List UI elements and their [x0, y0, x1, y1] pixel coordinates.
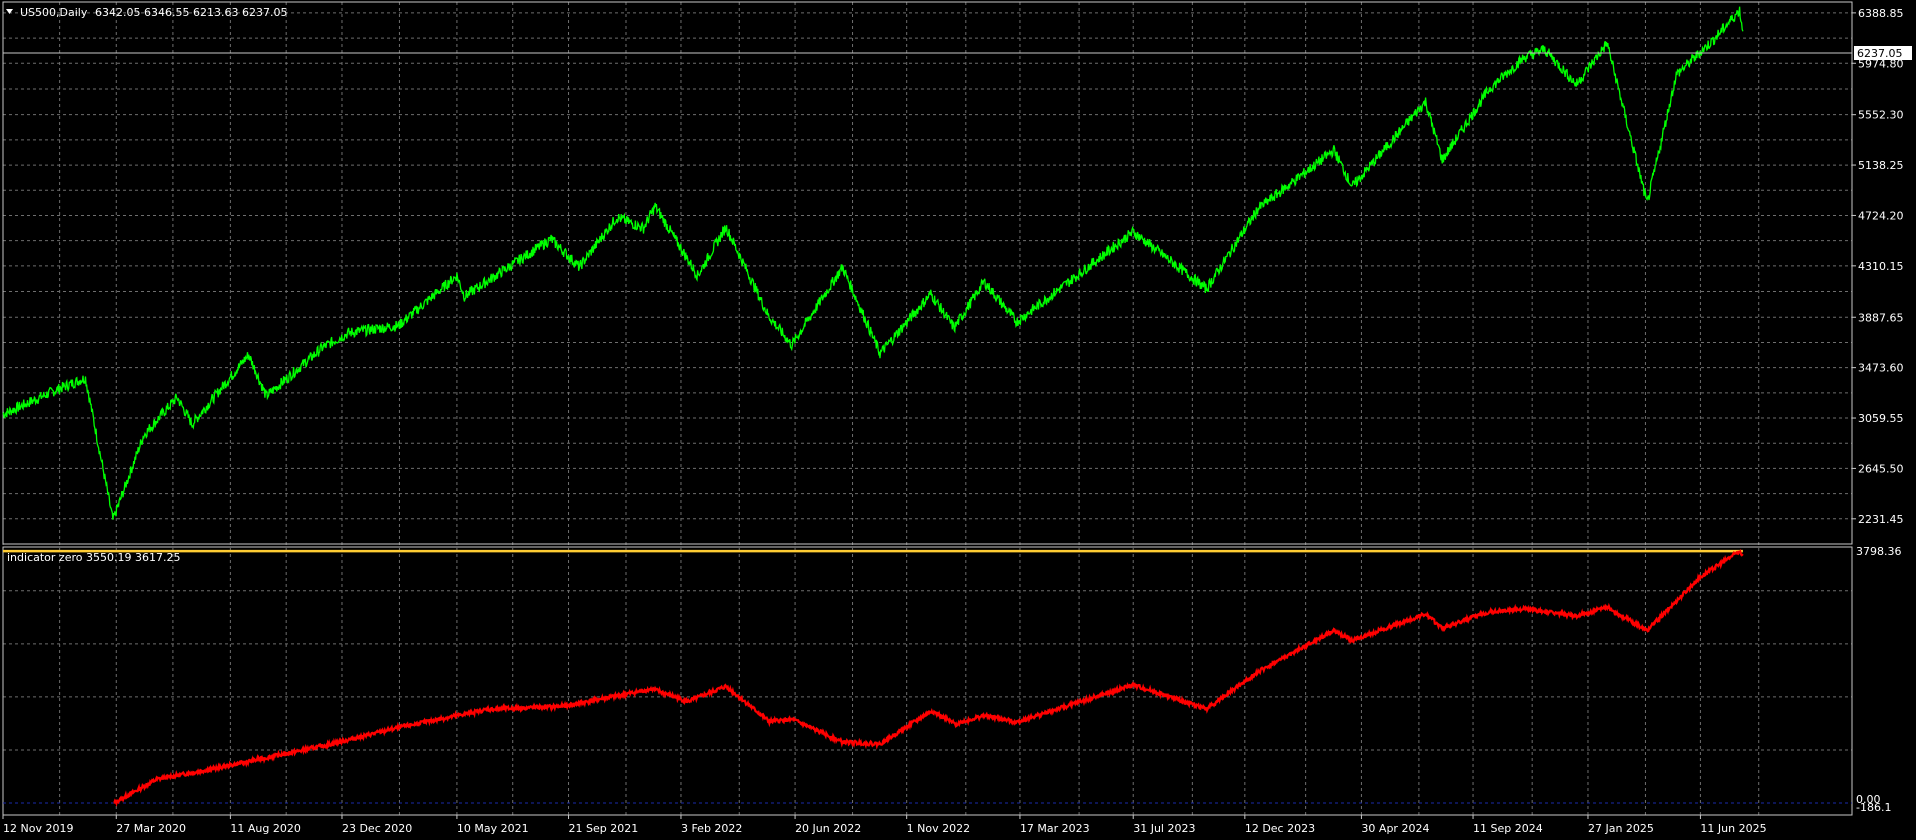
price-tick-label: 2231.45 [1858, 513, 1904, 526]
price-tick-label: 5552.30 [1858, 109, 1904, 122]
indicator-tick-label: -186.1 [1856, 801, 1891, 814]
ohlc-label: 6342.05 6346.55 6213.63 6237.05 [95, 6, 287, 19]
price-tick-label: 2645.50 [1858, 462, 1904, 475]
time-tick-label: 10 May 2021 [457, 822, 529, 835]
time-tick-label: 11 Jun 2025 [1700, 822, 1766, 835]
time-tick-label: 11 Sep 2024 [1473, 822, 1543, 835]
chart-window[interactable]: 6388.855974.805552.305138.254724.204310.… [0, 0, 1916, 840]
price-tick-label: 3473.60 [1858, 362, 1904, 375]
price-tick-label: 5138.25 [1858, 159, 1904, 172]
price-tick-label: 3059.55 [1858, 412, 1904, 425]
time-tick-label: 12 Dec 2023 [1245, 822, 1315, 835]
price-tick-label: 4310.15 [1858, 260, 1904, 273]
price-tick-label: 3887.65 [1858, 311, 1904, 324]
time-tick-label: 11 Aug 2020 [230, 822, 300, 835]
time-tick-label: 21 Sep 2021 [569, 822, 639, 835]
time-tick-label: 12 Nov 2019 [3, 822, 73, 835]
time-tick-label: 27 Jan 2025 [1588, 822, 1654, 835]
time-tick-label: 3 Feb 2022 [681, 822, 742, 835]
time-tick-label: 31 Jul 2023 [1133, 822, 1195, 835]
time-tick-label: 1 Nov 2022 [907, 822, 970, 835]
symbol-label: US500,Daily [20, 6, 88, 19]
indicator-tick-label: 3798.36 [1856, 545, 1902, 558]
time-tick-label: 27 Mar 2020 [116, 822, 186, 835]
price-tick-label: 6388.85 [1858, 7, 1904, 20]
time-tick-label: 30 Apr 2024 [1361, 822, 1429, 835]
time-tick-label: 20 Jun 2022 [795, 822, 861, 835]
time-tick-label: 17 Mar 2023 [1020, 822, 1090, 835]
current-price-label: 6237.05 [1857, 47, 1903, 60]
price-tick-label: 4724.20 [1858, 209, 1904, 222]
chart-background [0, 0, 1916, 840]
time-tick-label: 23 Dec 2020 [342, 822, 412, 835]
indicator-label: indicator zero 3550.19 3617.25 [7, 551, 180, 564]
